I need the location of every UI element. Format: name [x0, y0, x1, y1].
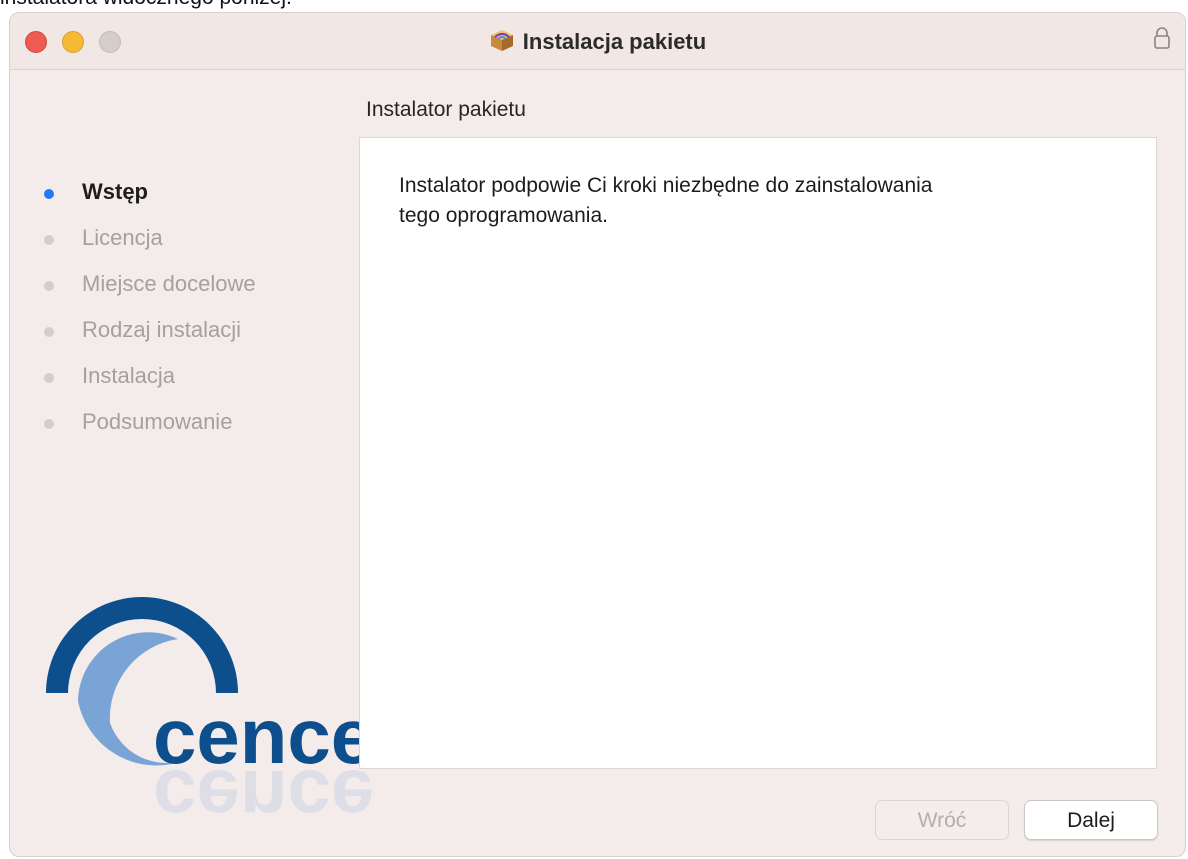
- title-bar: Instalacja pakietu: [10, 13, 1185, 70]
- window-title-text: Instalacja pakietu: [522, 29, 707, 54]
- step-label: Rodzaj instalacji: [82, 317, 241, 342]
- panel-heading: Instalator pakietu: [366, 98, 526, 121]
- step-label: Wstęp: [82, 179, 148, 204]
- intro-text: Instalator podpowie Ci kroki niezbędne d…: [399, 171, 1099, 231]
- step-label: Podsumowanie: [82, 409, 233, 434]
- intro-text-line-2: tego oprogramowania.: [399, 204, 608, 227]
- step-destination: Miejsce docelowe: [44, 271, 256, 317]
- step-intro: Wstęp: [44, 179, 256, 225]
- step-install-type: Rodzaj instalacji: [44, 317, 256, 363]
- document-text-fragment: instalatora widocznego poniżej.: [0, 0, 292, 10]
- step-dot-icon: [44, 419, 54, 429]
- step-dot-icon: [44, 235, 54, 245]
- window-title: Instalacja pakietu: [10, 27, 1185, 59]
- intro-text-line-1: Instalator podpowie Ci kroki niezbędne d…: [399, 174, 933, 197]
- step-summary: Podsumowanie: [44, 409, 256, 455]
- package-icon: [489, 27, 515, 59]
- step-label: Instalacja: [82, 363, 175, 388]
- step-installation: Instalacja: [44, 363, 256, 409]
- step-dot-icon: [44, 327, 54, 337]
- step-label: Licencja: [82, 225, 163, 250]
- installer-steps: Wstęp Licencja Miejsce docelowe Rodzaj i…: [44, 179, 256, 455]
- step-current-dot-icon: [44, 189, 54, 199]
- content-panel: Instalator podpowie Ci kroki niezbędne d…: [359, 137, 1157, 769]
- step-license: Licencja: [44, 225, 256, 271]
- installer-window: Instalacja pakietu Wstęp Licencja Miejsc…: [9, 12, 1186, 857]
- logo-reflection-text: cence: [153, 754, 374, 841]
- lock-icon: [1153, 26, 1171, 55]
- step-label: Miejsce docelowe: [82, 271, 256, 296]
- step-dot-icon: [44, 281, 54, 291]
- back-button[interactable]: Wróć: [875, 800, 1009, 840]
- continue-button[interactable]: Dalej: [1024, 800, 1158, 840]
- step-dot-icon: [44, 373, 54, 383]
